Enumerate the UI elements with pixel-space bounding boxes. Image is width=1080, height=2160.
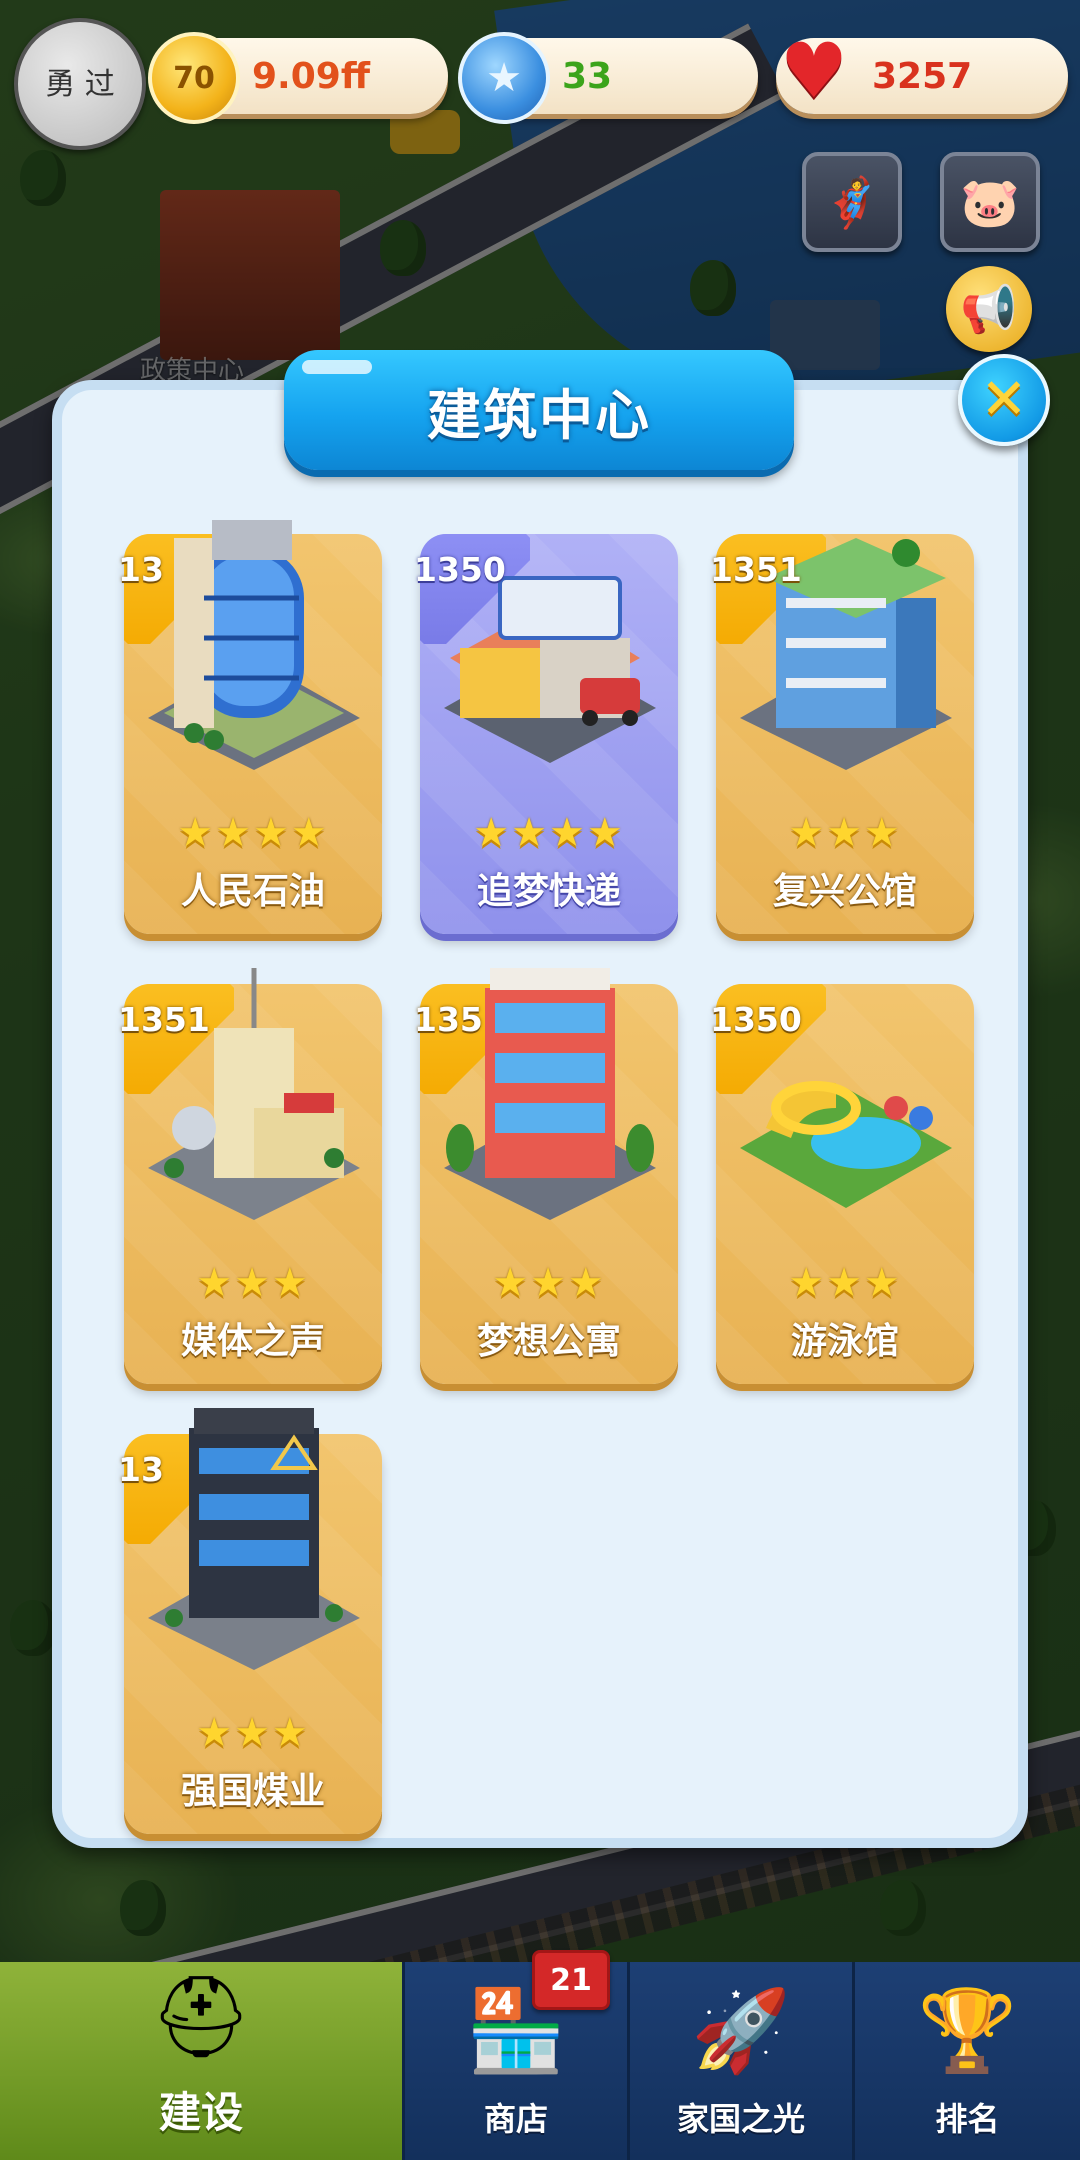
nav-divider	[402, 1962, 405, 2160]
building-card[interactable]: 13 ★★★★ 人民石油	[118, 520, 382, 934]
swimming-pool-building-art	[740, 1081, 952, 1208]
building-number: 1350	[710, 1000, 802, 1039]
apartment-building-art	[444, 968, 656, 1220]
building-name: 复兴公馆	[772, 871, 917, 912]
building-number: 135	[414, 1000, 483, 1039]
oil-tower-building-art	[148, 520, 360, 770]
star-counter[interactable]: ★ 33	[458, 32, 758, 124]
nav-label: 商店	[483, 2100, 548, 2138]
ranking-icon: 🏆	[917, 1984, 1018, 2077]
nav-divider	[852, 1962, 855, 2160]
rating-stars: ★★★	[196, 1710, 310, 1756]
event-button[interactable]: 🦸	[802, 152, 902, 252]
building-name: 强国煤业	[180, 1771, 325, 1812]
heart-counter[interactable]: ♥ 3257	[776, 26, 1068, 115]
heart-icon: ♥	[779, 25, 849, 115]
building-card[interactable]: 135 ★★★ 梦想公寓	[414, 968, 678, 1384]
rating-stars: ★★★	[196, 1260, 310, 1306]
coin-counter[interactable]: 70 9.09ff	[148, 32, 448, 124]
banner-gloss	[302, 360, 372, 374]
player-avatar[interactable]: 勇 过	[14, 18, 146, 150]
character-icon: 🦸	[822, 174, 882, 231]
building-name: 追梦快递	[476, 871, 621, 912]
express-delivery-building-art	[444, 576, 656, 763]
shop-notification-badge: 21	[532, 1950, 610, 2010]
building-card-selected[interactable]: 1350 ★★★★ 追梦快递	[414, 534, 678, 934]
character-icon: 🐷	[960, 174, 1020, 231]
close-button[interactable]: ✕	[958, 354, 1050, 446]
hardhat-icon: ⛑	[150, 1969, 252, 2063]
rating-stars: ★★★★	[177, 810, 329, 856]
rating-stars: ★★★	[492, 1260, 606, 1306]
tv-station-building-art	[148, 968, 360, 1220]
gift-button[interactable]: 🐷	[940, 152, 1040, 252]
building-name: 游泳馆	[790, 1321, 899, 1362]
nav-label: 建设	[158, 2088, 243, 2137]
building-card[interactable]: 1351 ★★★ 媒体之声	[118, 968, 382, 1384]
nav-build[interactable]: ⛑ 建设	[0, 1962, 402, 2160]
megaphone-icon: 📢	[960, 281, 1018, 336]
avatar-text: 勇 过	[45, 66, 115, 102]
nav-divider	[627, 1962, 630, 2160]
dialog-title: 建筑中心	[427, 383, 651, 447]
close-icon: ✕	[980, 367, 1028, 432]
coin-value: 9.09ff	[252, 55, 370, 97]
nav-ranking[interactable]: 🏆 排名	[855, 1962, 1080, 2160]
rating-stars: ★★★★	[473, 810, 625, 856]
announcement-button[interactable]: 📢	[946, 266, 1032, 352]
building-number: 13	[118, 550, 164, 589]
dialog-title-banner: 建筑中心	[284, 350, 794, 470]
coin-icon: 70	[148, 32, 240, 124]
building-card[interactable]: 1351 ★★★ 复兴公馆	[710, 534, 974, 934]
building-name: 人民石油	[180, 871, 325, 912]
building-name: 梦想公寓	[476, 1321, 621, 1362]
rating-stars: ★★★	[788, 1260, 902, 1306]
nav-national-glory[interactable]: 🚀 家国之光	[630, 1962, 852, 2160]
heart-value: 3257	[872, 55, 973, 97]
nav-label: 排名	[935, 2100, 1000, 2138]
star-value: 33	[562, 55, 613, 97]
building-number: 1351	[710, 550, 802, 589]
blue-star-icon: ★	[458, 32, 550, 124]
building-number: 1351	[118, 1000, 210, 1039]
rocket-icon: 🚀	[691, 1984, 791, 2077]
nav-label: 家国之光	[676, 2100, 805, 2138]
mansion-building-art	[740, 538, 952, 770]
rating-stars: ★★★	[788, 810, 902, 856]
building-number: 13	[118, 1450, 164, 1489]
building-center-dialog: 13 ★★★★ 人民石油 1350 ★★★★ 追梦快递 1351 ★★★ 复兴公…	[52, 380, 1028, 1848]
building-card[interactable]: 13 ★★★ 强国煤业	[118, 1408, 382, 1834]
building-name: 媒体之声	[180, 1321, 325, 1362]
building-number: 1350	[414, 550, 506, 589]
coal-company-building-art	[148, 1408, 360, 1670]
building-card[interactable]: 1350 ★★★ 游泳馆	[710, 984, 974, 1384]
